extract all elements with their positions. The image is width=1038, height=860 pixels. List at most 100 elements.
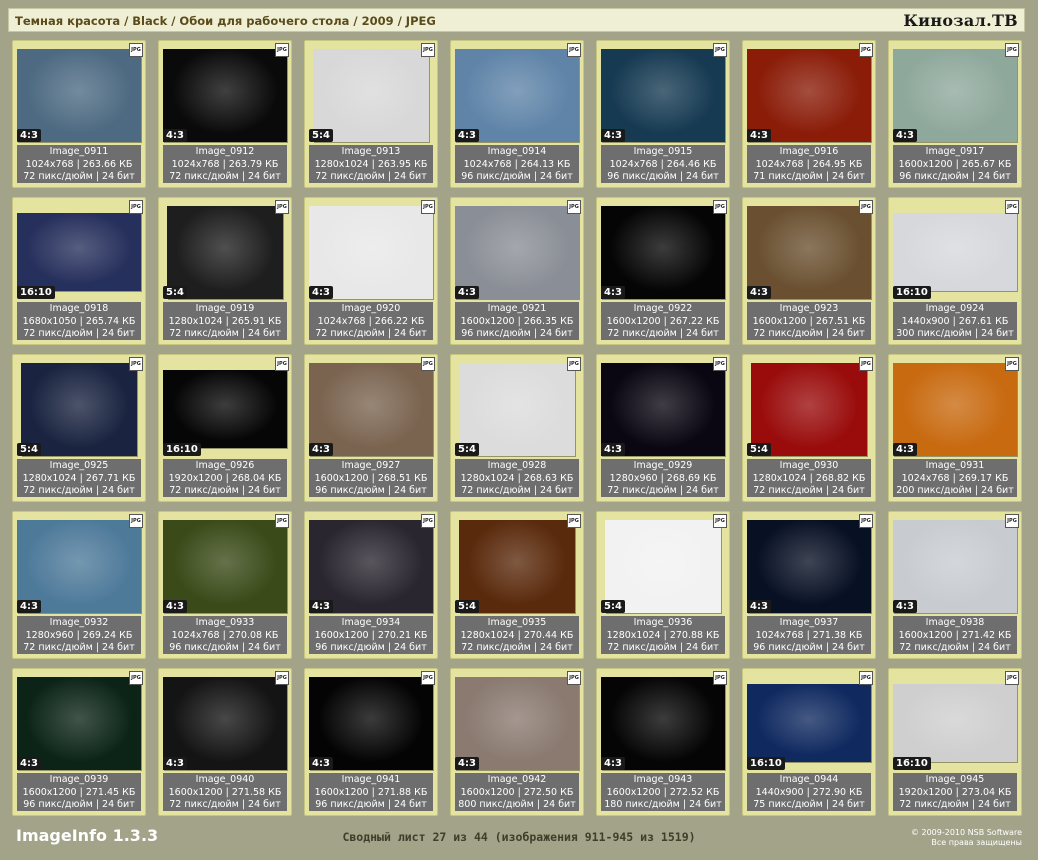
thumbnail-item[interactable]: JPG 16:10 Image_0924 1440x900 | 267.61 КБ 30… xyxy=(888,197,1022,345)
thumbnail-item[interactable]: JPG 4:3 Image_0939 1600x1200 | 271.45 КБ 96 … xyxy=(12,668,146,816)
thumbnail-image[interactable] xyxy=(747,205,871,299)
thumbnail-item[interactable]: JPG 4:3 Image_0914 1024x768 | 264.13 КБ 96 п… xyxy=(450,40,584,188)
thumbnail-image[interactable] xyxy=(459,362,575,456)
image-info-panel: Image_0932 1280x960 | 269.24 КБ 72 пикс/дю… xyxy=(17,616,141,654)
image-meta: 96 пикс/дюйм | 24 бит xyxy=(315,485,427,496)
thumbnail-item[interactable]: JPG 5:4 Image_0925 1280x1024 | 267.71 КБ 72 … xyxy=(12,354,146,502)
thumbnail-image[interactable] xyxy=(459,519,575,613)
thumbnail-item[interactable]: JPG 5:4 Image_0930 1280x1024 | 268.82 КБ 72 … xyxy=(742,354,876,502)
thumbnail-item[interactable]: JPG 4:3 Image_0938 1600x1200 | 271.42 КБ 72 … xyxy=(888,511,1022,659)
jpg-file-icon: JPG xyxy=(1005,357,1019,371)
thumbnail-image[interactable] xyxy=(455,48,579,142)
thumbnail-image[interactable] xyxy=(751,362,867,456)
image-dimensions: 1440x900 | 267.61 КБ xyxy=(901,315,1009,327)
image-name: Image_0939 xyxy=(49,774,109,785)
thumbnail-image[interactable] xyxy=(163,519,287,613)
thumbnail-item[interactable]: JPG 5:4 Image_0919 1280x1024 | 265.91 КБ 72 … xyxy=(158,197,292,345)
thumbnail-item[interactable]: JPG 4:3 Image_0923 1600x1200 | 267.51 КБ 72 … xyxy=(742,197,876,345)
thumbnail-item[interactable]: JPG 4:3 Image_0921 1600x1200 | 266.35 КБ 96 … xyxy=(450,197,584,345)
aspect-ratio-badge: 4:3 xyxy=(163,600,187,613)
image-meta: 72 пикс/дюйм | 24 бит xyxy=(607,642,719,653)
thumbnail-item[interactable]: JPG 4:3 Image_0942 1600x1200 | 272.50 КБ 800… xyxy=(450,668,584,816)
thumbnail-item[interactable]: JPG 4:3 Image_0922 1600x1200 | 267.22 КБ 72 … xyxy=(596,197,730,345)
thumbnail-item[interactable]: JPG 4:3 Image_0933 1024x768 | 270.08 КБ 96 п… xyxy=(158,511,292,659)
thumbnail-item[interactable]: JPG 4:3 Image_0915 1024x768 | 264.46 КБ 96 п… xyxy=(596,40,730,188)
jpg-file-icon: JPG xyxy=(1005,514,1019,528)
thumbnail-image[interactable] xyxy=(601,48,725,142)
thumbnail-item[interactable]: JPG 4:3 Image_0920 1024x768 | 266.22 КБ 72 п… xyxy=(304,197,438,345)
thumbnail-image[interactable] xyxy=(17,48,141,142)
thumbnail-image[interactable] xyxy=(893,684,1017,762)
thumbnail-image[interactable] xyxy=(309,362,433,456)
image-dimensions: 1600x1200 | 271.58 КБ xyxy=(168,786,282,798)
image-dimensions: 1600x1200 | 267.22 КБ xyxy=(606,315,720,327)
jpg-file-icon: JPG xyxy=(129,200,143,214)
header-bar: Темная красота / Black / Обои для рабоче… xyxy=(8,8,1025,32)
thumbnail-image[interactable] xyxy=(747,48,871,142)
thumbnail-image[interactable] xyxy=(601,676,725,770)
thumbnail-image[interactable] xyxy=(167,205,283,299)
thumbnail-item[interactable]: JPG 4:3 Image_0932 1280x960 | 269.24 КБ 72 п… xyxy=(12,511,146,659)
thumbnail-item[interactable]: JPG 4:3 Image_0916 1024x768 | 264.95 КБ 71 п… xyxy=(742,40,876,188)
thumbnail-image[interactable] xyxy=(313,48,429,142)
thumbnail-image[interactable] xyxy=(309,205,433,299)
image-info-panel: Image_0914 1024x768 | 264.13 КБ 96 пикс/дю… xyxy=(455,145,579,183)
jpg-file-icon: JPG xyxy=(567,671,581,685)
image-info-panel: Image_0936 1280x1024 | 270.88 КБ 72 пикс/д… xyxy=(601,616,725,654)
thumbnail-item[interactable]: JPG 5:4 Image_0935 1280x1024 | 270.44 КБ 72 … xyxy=(450,511,584,659)
image-dimensions: 1600x1200 | 265.67 КБ xyxy=(898,158,1012,170)
thumbnail-item[interactable]: JPG 4:3 Image_0927 1600x1200 | 268.51 КБ 96 … xyxy=(304,354,438,502)
thumbnail-image[interactable] xyxy=(163,48,287,142)
thumbnail-item[interactable]: JPG 4:3 Image_0931 1024x768 | 269.17 КБ 200 … xyxy=(888,354,1022,502)
thumbnail-item[interactable]: JPG 5:4 Image_0928 1280x1024 | 268.63 КБ 72 … xyxy=(450,354,584,502)
thumbnail-image[interactable] xyxy=(163,676,287,770)
thumbnail-image[interactable] xyxy=(605,519,721,613)
thumbnail-item[interactable]: JPG 16:10 Image_0945 1920x1200 | 273.04 КБ 7… xyxy=(888,668,1022,816)
thumbnail-image[interactable] xyxy=(17,676,141,770)
thumbnail-image[interactable] xyxy=(17,519,141,613)
image-dimensions: 1280x1024 | 270.88 КБ xyxy=(606,629,720,641)
aspect-ratio-badge: 16:10 xyxy=(17,286,55,299)
thumbnail-item[interactable]: JPG 4:3 Image_0937 1024x768 | 271.38 КБ 96 п… xyxy=(742,511,876,659)
image-info-panel: Image_0929 1280x960 | 268.69 КБ 72 пикс/дю… xyxy=(601,459,725,497)
aspect-ratio-badge: 5:4 xyxy=(747,443,771,456)
thumbnail-item[interactable]: JPG 5:4 Image_0936 1280x1024 | 270.88 КБ 72 … xyxy=(596,511,730,659)
thumbnail-image[interactable] xyxy=(747,519,871,613)
jpg-file-icon: JPG xyxy=(567,200,581,214)
thumbnail-item[interactable]: JPG 4:3 Image_0911 1024x768 | 263.66 КБ 72 п… xyxy=(12,40,146,188)
thumbnail-item[interactable]: JPG 4:3 Image_0912 1024x768 | 263.79 КБ 72 п… xyxy=(158,40,292,188)
thumbnail-image[interactable] xyxy=(601,362,725,456)
thumbnail-image[interactable] xyxy=(455,205,579,299)
thumbnail-image[interactable] xyxy=(893,213,1017,291)
thumbnail-item[interactable]: JPG 5:4 Image_0913 1280x1024 | 263.95 КБ 72 … xyxy=(304,40,438,188)
image-name: Image_0914 xyxy=(487,146,547,157)
thumbnail-image[interactable] xyxy=(17,213,141,291)
image-meta: 72 пикс/дюйм | 24 бит xyxy=(169,171,281,182)
image-info-panel: Image_0923 1600x1200 | 267.51 КБ 72 пикс/д… xyxy=(747,302,871,340)
thumbnail-image[interactable] xyxy=(893,519,1017,613)
jpg-file-icon: JPG xyxy=(713,514,727,528)
thumbnail-item[interactable]: JPG 16:10 Image_0918 1680x1050 | 265.74 КБ 7… xyxy=(12,197,146,345)
thumbnail-image[interactable] xyxy=(893,362,1017,456)
image-dimensions: 1600x1200 | 272.52 КБ xyxy=(606,786,720,798)
thumbnail-image[interactable] xyxy=(309,519,433,613)
thumbnail-image[interactable] xyxy=(163,370,287,448)
thumbnail-image[interactable] xyxy=(455,676,579,770)
thumbnail-item[interactable]: JPG 4:3 Image_0941 1600x1200 | 271.88 КБ 96 … xyxy=(304,668,438,816)
thumbnail-item[interactable]: JPG 4:3 Image_0917 1600x1200 | 265.67 КБ 96 … xyxy=(888,40,1022,188)
thumbnail-item[interactable]: JPG 4:3 Image_0929 1280x960 | 268.69 КБ 72 п… xyxy=(596,354,730,502)
thumbnail-image[interactable] xyxy=(309,676,433,770)
thumbnail-item[interactable]: JPG 16:10 Image_0944 1440x900 | 272.90 КБ 75… xyxy=(742,668,876,816)
thumbnail-image[interactable] xyxy=(21,362,137,456)
thumbnail-image[interactable] xyxy=(601,205,725,299)
image-name: Image_0916 xyxy=(779,146,839,157)
thumbnail-item[interactable]: JPG 4:3 Image_0934 1600x1200 | 270.21 КБ 96 … xyxy=(304,511,438,659)
aspect-ratio-badge: 4:3 xyxy=(601,129,625,142)
thumbnail-item[interactable]: JPG 4:3 Image_0943 1600x1200 | 272.52 КБ 180… xyxy=(596,668,730,816)
image-dimensions: 1024x768 | 269.17 КБ xyxy=(901,472,1009,484)
thumbnail-image[interactable] xyxy=(893,48,1017,142)
thumbnail-item[interactable]: JPG 16:10 Image_0926 1920x1200 | 268.04 КБ 7… xyxy=(158,354,292,502)
aspect-ratio-badge: 4:3 xyxy=(309,286,333,299)
thumbnail-image[interactable] xyxy=(747,684,871,762)
thumbnail-item[interactable]: JPG 4:3 Image_0940 1600x1200 | 271.58 КБ 72 … xyxy=(158,668,292,816)
